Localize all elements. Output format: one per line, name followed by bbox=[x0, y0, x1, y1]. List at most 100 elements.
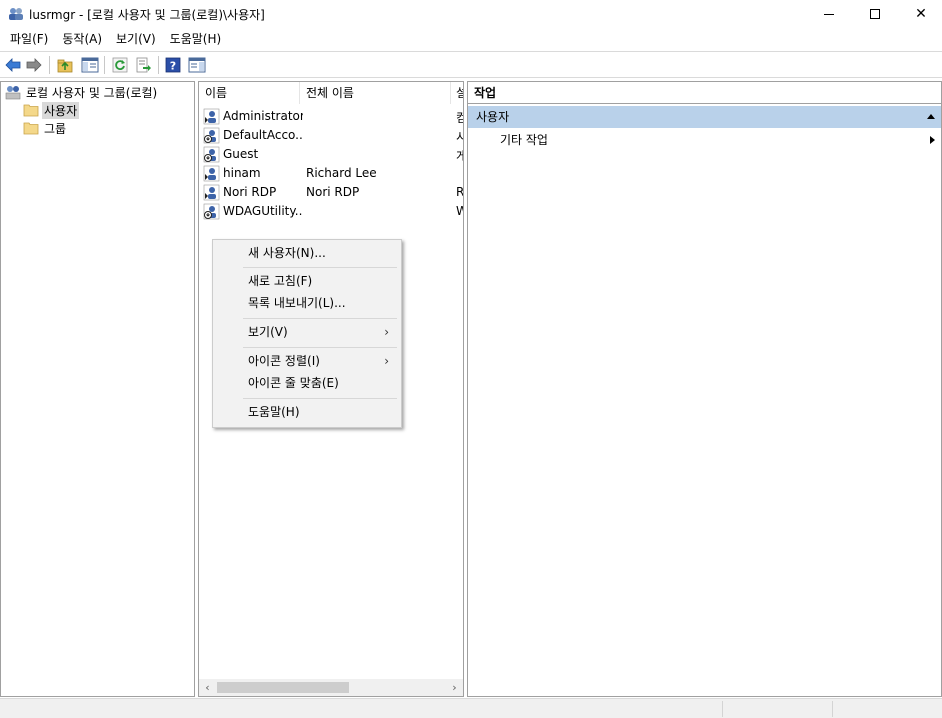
close-button[interactable]: ✕ bbox=[898, 0, 942, 28]
back-arrow-icon bbox=[5, 58, 21, 72]
menu-action[interactable]: 동작(A) bbox=[55, 28, 109, 50]
user-name: Nori RDP bbox=[223, 185, 277, 199]
context-item-label: 보기(V) bbox=[248, 325, 288, 339]
submenu-arrow-icon: › bbox=[384, 325, 389, 339]
column-header-full-name[interactable]: 전체 이름 bbox=[300, 82, 450, 104]
scroll-right-icon[interactable]: › bbox=[446, 679, 463, 696]
menu-separator bbox=[243, 398, 397, 399]
up-level-button[interactable] bbox=[56, 56, 74, 74]
user-icon bbox=[203, 108, 220, 125]
refresh-icon bbox=[112, 57, 128, 73]
context-export-list[interactable]: 목록 내보내기(L)... bbox=[215, 292, 399, 314]
tree-item-label: 그룹 bbox=[44, 121, 67, 136]
folder-icon bbox=[23, 104, 39, 117]
menu-view[interactable]: 보기(V) bbox=[109, 28, 163, 50]
action-section-users[interactable]: 사용자 bbox=[468, 106, 941, 128]
context-refresh[interactable]: 새로 고침(F) bbox=[215, 270, 399, 292]
export-list-button[interactable] bbox=[134, 56, 152, 74]
disabled-user-icon bbox=[203, 203, 220, 220]
help-button[interactable]: ? bbox=[164, 56, 182, 74]
back-button[interactable] bbox=[4, 56, 22, 74]
show-hide-action-pane-icon bbox=[188, 57, 206, 73]
users-groups-icon bbox=[5, 86, 21, 100]
window-title: lusrmgr - [로컬 사용자 및 그룹(로컬)\사용자] bbox=[29, 8, 265, 22]
status-divider bbox=[832, 701, 833, 717]
minimize-icon bbox=[824, 13, 834, 15]
table-row[interactable]: hinam Richard Lee bbox=[203, 164, 463, 183]
user-name: Administrator bbox=[223, 109, 303, 123]
toolbar-separator bbox=[158, 56, 159, 74]
tree-item-label: 로컬 사용자 및 그룹(로컬) bbox=[26, 85, 158, 100]
minimize-button[interactable] bbox=[806, 0, 852, 28]
status-divider bbox=[722, 701, 723, 717]
context-line-up-icons[interactable]: 아이콘 줄 맞춤(E) bbox=[215, 372, 399, 394]
user-name: Guest bbox=[223, 147, 259, 161]
console-tree-pane: 로컬 사용자 및 그룹(로컬) 사용자 그룹 bbox=[0, 81, 195, 697]
forward-arrow-icon bbox=[26, 58, 42, 72]
refresh-button[interactable] bbox=[111, 56, 129, 74]
title-bar: lusrmgr - [로컬 사용자 및 그룹(로컬)\사용자] ✕ bbox=[0, 0, 942, 28]
tree-item-root[interactable]: 로컬 사용자 및 그룹(로컬) bbox=[5, 83, 159, 101]
context-view[interactable]: 보기(V) › bbox=[215, 321, 399, 343]
toolbar-separator bbox=[49, 56, 50, 74]
menu-separator bbox=[243, 267, 397, 268]
svg-text:?: ? bbox=[170, 60, 176, 73]
action-pane-title: 작업 bbox=[468, 82, 941, 104]
action-section-label: 사용자 bbox=[476, 110, 510, 124]
status-bar bbox=[0, 698, 942, 718]
context-item-label: 아이콘 정렬(I) bbox=[248, 354, 320, 368]
horizontal-scrollbar[interactable]: ‹ › bbox=[199, 679, 463, 696]
disabled-user-icon bbox=[203, 146, 220, 163]
context-help[interactable]: 도움말(H) bbox=[215, 401, 399, 423]
table-row[interactable]: DefaultAcco... 시 bbox=[203, 126, 463, 145]
disabled-user-icon bbox=[203, 127, 220, 144]
table-row[interactable]: Administrator 컴 bbox=[203, 107, 463, 126]
submenu-arrow-icon: › bbox=[384, 354, 389, 368]
user-name: hinam bbox=[223, 166, 261, 180]
maximize-button[interactable] bbox=[852, 0, 898, 28]
show-hide-tree-icon bbox=[81, 57, 99, 73]
scrollbar-thumb[interactable] bbox=[217, 682, 349, 693]
user-description: 컴 bbox=[456, 109, 463, 126]
toolbar: ? bbox=[0, 51, 942, 78]
menu-separator bbox=[243, 318, 397, 319]
tree-item-groups[interactable]: 그룹 bbox=[23, 119, 68, 137]
submenu-arrow-icon bbox=[930, 136, 935, 144]
user-description: W bbox=[456, 204, 463, 218]
tree-item-users[interactable]: 사용자 bbox=[23, 101, 80, 119]
table-row[interactable]: Nori RDP Nori RDP R bbox=[203, 183, 464, 202]
user-full-name: Richard Lee bbox=[306, 166, 377, 180]
export-list-icon bbox=[136, 57, 151, 73]
column-header-name[interactable]: 이름 bbox=[199, 82, 299, 104]
user-name: DefaultAcco... bbox=[223, 128, 303, 142]
menu-help[interactable]: 도움말(H) bbox=[163, 28, 229, 50]
user-icon bbox=[203, 165, 220, 182]
table-row[interactable]: WDAGUtility... W bbox=[203, 202, 463, 221]
user-description: R bbox=[456, 185, 464, 199]
menu-bar: 파일(F) 동작(A) 보기(V) 도움말(H) bbox=[0, 28, 942, 50]
user-description: 게 bbox=[456, 147, 463, 164]
close-icon: ✕ bbox=[915, 6, 927, 22]
menu-file[interactable]: 파일(F) bbox=[3, 28, 55, 50]
up-folder-icon bbox=[57, 59, 73, 73]
show-hide-action-pane-button[interactable] bbox=[188, 56, 206, 74]
scroll-left-icon[interactable]: ‹ bbox=[199, 679, 216, 696]
menu-separator bbox=[243, 347, 397, 348]
table-row[interactable]: Guest 게 bbox=[203, 145, 463, 164]
context-new-user[interactable]: 새 사용자(N)... bbox=[215, 242, 399, 264]
column-header-description[interactable]: 설 bbox=[451, 82, 463, 104]
forward-button[interactable] bbox=[25, 56, 43, 74]
show-hide-tree-button[interactable] bbox=[81, 56, 99, 74]
context-menu: 새 사용자(N)... 새로 고침(F) 목록 내보내기(L)... 보기(V)… bbox=[212, 239, 402, 428]
help-icon: ? bbox=[165, 57, 181, 73]
action-pane: 작업 사용자 기타 작업 bbox=[467, 81, 942, 697]
user-icon bbox=[203, 184, 220, 201]
user-name: WDAGUtility... bbox=[223, 204, 303, 218]
user-full-name: Nori RDP bbox=[306, 185, 360, 199]
action-more-actions[interactable]: 기타 작업 bbox=[468, 130, 941, 150]
context-arrange-icons[interactable]: 아이콘 정렬(I) › bbox=[215, 350, 399, 372]
list-header: 이름 전체 이름 설 bbox=[199, 82, 463, 104]
maximize-icon bbox=[870, 9, 880, 19]
collapse-up-icon[interactable] bbox=[927, 114, 935, 119]
users-app-icon bbox=[9, 8, 23, 20]
